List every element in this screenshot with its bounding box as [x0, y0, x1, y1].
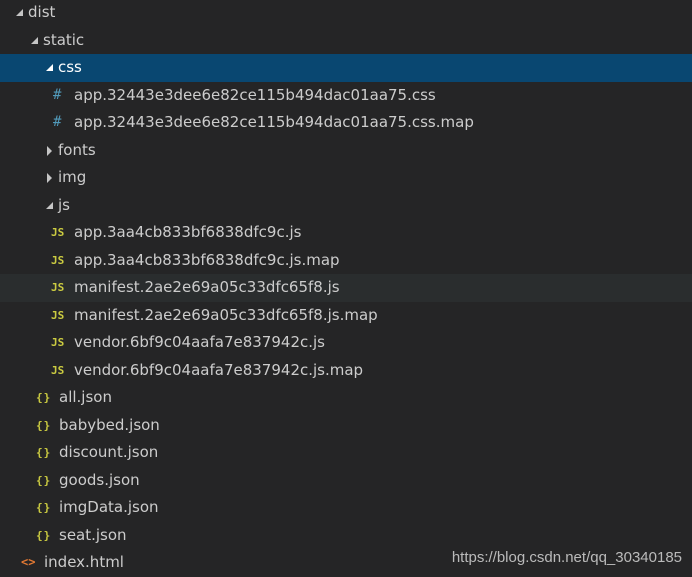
- file-item-app-32443e3dee6e82ce115b494dac01aa75-css-map[interactable]: # app.32443e3dee6e82ce115b494dac01aa75.cs…: [0, 109, 692, 137]
- js-file-icon: JS: [51, 226, 65, 239]
- chevron-down-icon[interactable]: [14, 0, 26, 27]
- json-file-icon: {}: [36, 501, 52, 514]
- watermark-text: https://blog.csdn.net/qq_30340185: [451, 549, 682, 566]
- file-label: manifest.2ae2e69a05c33dfc65f8.js: [74, 278, 340, 296]
- folder-item-fonts[interactable]: fonts: [0, 137, 692, 165]
- file-item-vendor-6bf9c04aafa7e837942c-js-map[interactable]: JS vendor.6bf9c04aafa7e837942c.js.map: [0, 357, 692, 385]
- file-item-imgdata-json[interactable]: {} imgData.json: [0, 494, 692, 522]
- json-file-icon: {}: [36, 418, 52, 432]
- file-label: all.json: [59, 388, 112, 406]
- json-file-icon: {}: [36, 473, 52, 487]
- folder-item-static[interactable]: static: [0, 27, 692, 55]
- chevron-down-icon[interactable]: [44, 192, 56, 220]
- folder-label: js: [58, 195, 70, 214]
- folder-item-dist[interactable]: dist: [0, 0, 692, 27]
- js-file-icon: JS: [51, 363, 65, 377]
- file-label: goods.json: [59, 470, 140, 489]
- folder-label: css: [58, 58, 82, 76]
- js-file-icon: JS: [51, 336, 65, 349]
- html-file-icon: <>: [21, 555, 36, 569]
- file-explorer-tree: dist static css # app.32443e3dee6e82ce115b49…: [0, 0, 692, 577]
- folder-label: fonts: [58, 140, 96, 159]
- file-label: app.3aa4cb833bf6838dfc9c.js: [74, 223, 302, 241]
- folder-label: static: [43, 30, 85, 49]
- js-file-icon: JS: [51, 308, 65, 322]
- file-label: imgData.json: [59, 498, 159, 516]
- file-item-app-3aa4cb833bf6838dfc9c-js[interactable]: JS app.3aa4cb833bf6838dfc9c.js: [0, 219, 692, 247]
- file-item-discount-json[interactable]: {} discount.json: [0, 439, 692, 467]
- json-file-icon: {}: [36, 391, 52, 404]
- json-file-icon: {}: [36, 528, 52, 542]
- file-item-manifest-2ae2e69a05c33dfc65f8-js[interactable]: JS manifest.2ae2e69a05c33dfc65f8.js: [0, 274, 692, 302]
- file-item-app-3aa4cb833bf6838dfc9c-js-map[interactable]: JS app.3aa4cb833bf6838dfc9c.js.map: [0, 247, 692, 275]
- file-item-vendor-6bf9c04aafa7e837942c-js[interactable]: JS vendor.6bf9c04aafa7e837942c.js: [0, 329, 692, 357]
- file-label: seat.json: [59, 525, 127, 544]
- chevron-right-icon[interactable]: [44, 164, 56, 192]
- js-file-icon: JS: [51, 281, 65, 294]
- js-file-icon: JS: [51, 253, 65, 267]
- chevron-down-icon[interactable]: [29, 27, 41, 55]
- file-item-goods-json[interactable]: {} goods.json: [0, 467, 692, 495]
- folder-label: dist: [28, 3, 56, 21]
- file-label: app.32443e3dee6e82ce115b494dac01aa75.css…: [74, 113, 474, 131]
- file-item-manifest-2ae2e69a05c33dfc65f8-js-map[interactable]: JS manifest.2ae2e69a05c33dfc65f8.js.map: [0, 302, 692, 330]
- css-file-icon: #: [53, 86, 62, 103]
- file-label: vendor.6bf9c04aafa7e837942c.js.map: [74, 360, 364, 379]
- folder-item-img[interactable]: img: [0, 164, 692, 192]
- chevron-down-icon[interactable]: [44, 54, 56, 82]
- file-label: manifest.2ae2e69a05c33dfc65f8.js.map: [74, 305, 378, 324]
- file-item-all-json[interactable]: {} all.json: [0, 384, 692, 412]
- file-label: vendor.6bf9c04aafa7e837942c.js: [74, 333, 325, 351]
- file-label: discount.json: [59, 443, 159, 461]
- file-label: index.html: [44, 553, 124, 571]
- folder-label: img: [58, 168, 87, 186]
- file-label: app.3aa4cb833bf6838dfc9c.js.map: [74, 250, 340, 269]
- file-item-seat-json[interactable]: {} seat.json: [0, 522, 692, 550]
- file-label: app.32443e3dee6e82ce115b494dac01aa75.css: [74, 85, 436, 104]
- folder-item-css[interactable]: css: [0, 54, 692, 82]
- css-file-icon: #: [53, 114, 62, 130]
- file-label: babybed.json: [59, 415, 160, 434]
- chevron-right-icon[interactable]: [44, 137, 56, 165]
- file-item-babybed-json[interactable]: {} babybed.json: [0, 412, 692, 440]
- folder-item-js[interactable]: js: [0, 192, 692, 220]
- file-item-app-32443e3dee6e82ce115b494dac01aa75-css[interactable]: # app.32443e3dee6e82ce115b494dac01aa75.cs…: [0, 82, 692, 110]
- json-file-icon: {}: [36, 446, 52, 459]
